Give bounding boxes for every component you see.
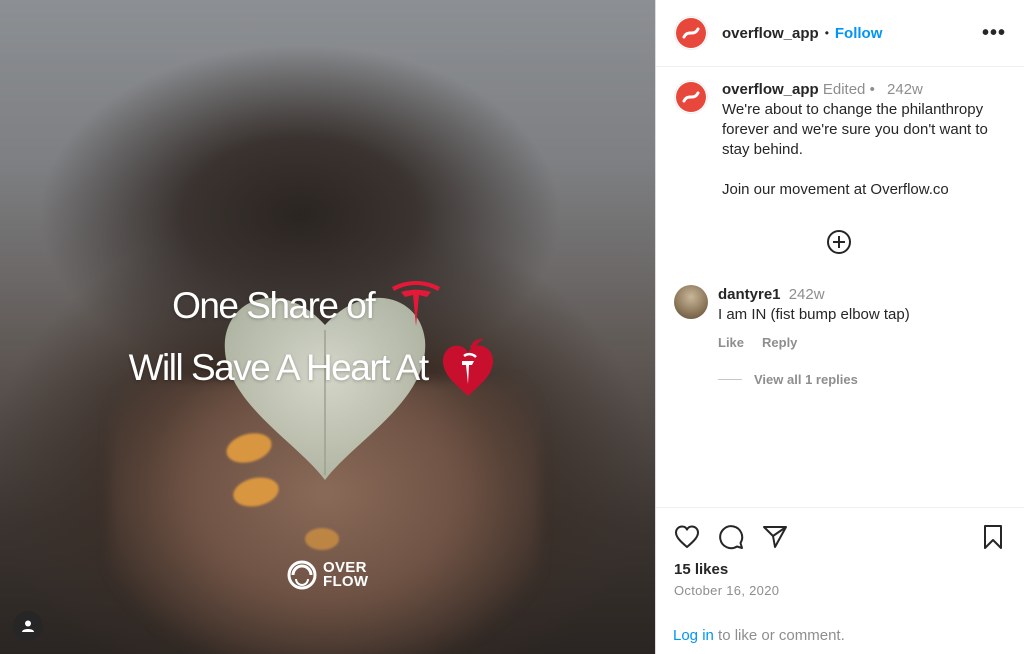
share-icon[interactable] xyxy=(762,524,788,550)
post-header: overflow_app • Follow ••• xyxy=(656,0,1024,67)
login-prompt: Log in to like or comment. xyxy=(673,627,845,644)
comment-item: dantyre1 242w I am IN (fist bump elbow t… xyxy=(674,285,1008,353)
post-media[interactable]: One Share of Will Save A Heart At OVER F… xyxy=(0,0,655,654)
commenter-avatar[interactable] xyxy=(674,285,708,319)
overflow-logo xyxy=(287,560,317,590)
overflow-watermark: OVER FLOW xyxy=(287,560,368,590)
heart-icon[interactable] xyxy=(674,524,700,550)
post-date[interactable]: October 16, 2020 xyxy=(674,583,779,598)
more-options-icon[interactable]: ••• xyxy=(982,23,1006,43)
overflow-word-bottom: FLOW xyxy=(323,573,369,590)
comment-age[interactable]: 242w xyxy=(789,286,825,303)
caption-separator: • xyxy=(869,81,875,98)
caption-age[interactable]: 242w xyxy=(887,81,923,98)
add-circle-icon[interactable] xyxy=(826,229,852,255)
bookmark-icon[interactable] xyxy=(982,524,1004,550)
caption-username[interactable]: overflow_app xyxy=(722,81,819,98)
post-caption: overflow_app Edited • 242w We're about t… xyxy=(674,80,1008,200)
view-replies[interactable]: View all 1 replies xyxy=(718,372,858,387)
user-tag-icon xyxy=(22,620,34,632)
aha-logo xyxy=(443,338,494,396)
comment-reply-button[interactable]: Reply xyxy=(762,333,797,353)
author-avatar[interactable] xyxy=(674,16,708,50)
author-username[interactable]: overflow_app xyxy=(722,25,819,42)
comment-icon[interactable] xyxy=(718,524,744,550)
caption-avatar[interactable] xyxy=(674,80,708,114)
login-link[interactable]: Log in xyxy=(673,627,714,644)
tesla-logo xyxy=(391,281,440,326)
headline-line-1: One Share of xyxy=(0,280,655,330)
post-details-panel: overflow_app • Follow ••• overflow_app E… xyxy=(655,0,1024,654)
overflow-app-logo xyxy=(676,82,706,112)
follow-button[interactable]: Follow xyxy=(835,25,883,42)
likes-count[interactable]: 15 likes xyxy=(674,561,728,578)
comment-like-button[interactable]: Like xyxy=(718,333,744,353)
view-replies-label[interactable]: View all 1 replies xyxy=(754,372,858,387)
fingernail xyxy=(305,528,339,550)
user-tag-button[interactable] xyxy=(13,611,43,641)
commenter-username[interactable]: dantyre1 xyxy=(718,286,781,303)
comment-text: I am IN (fist bump elbow tap) xyxy=(718,306,910,323)
login-suffix: to like or comment. xyxy=(713,627,845,644)
replies-divider xyxy=(718,379,742,380)
caption-text: We're about to change the philanthropy f… xyxy=(722,101,988,198)
headline-line-2: Will Save A Heart At xyxy=(0,336,655,398)
edited-label: Edited xyxy=(822,81,866,98)
header-separator: • xyxy=(824,26,829,40)
overflow-app-logo xyxy=(676,18,706,48)
